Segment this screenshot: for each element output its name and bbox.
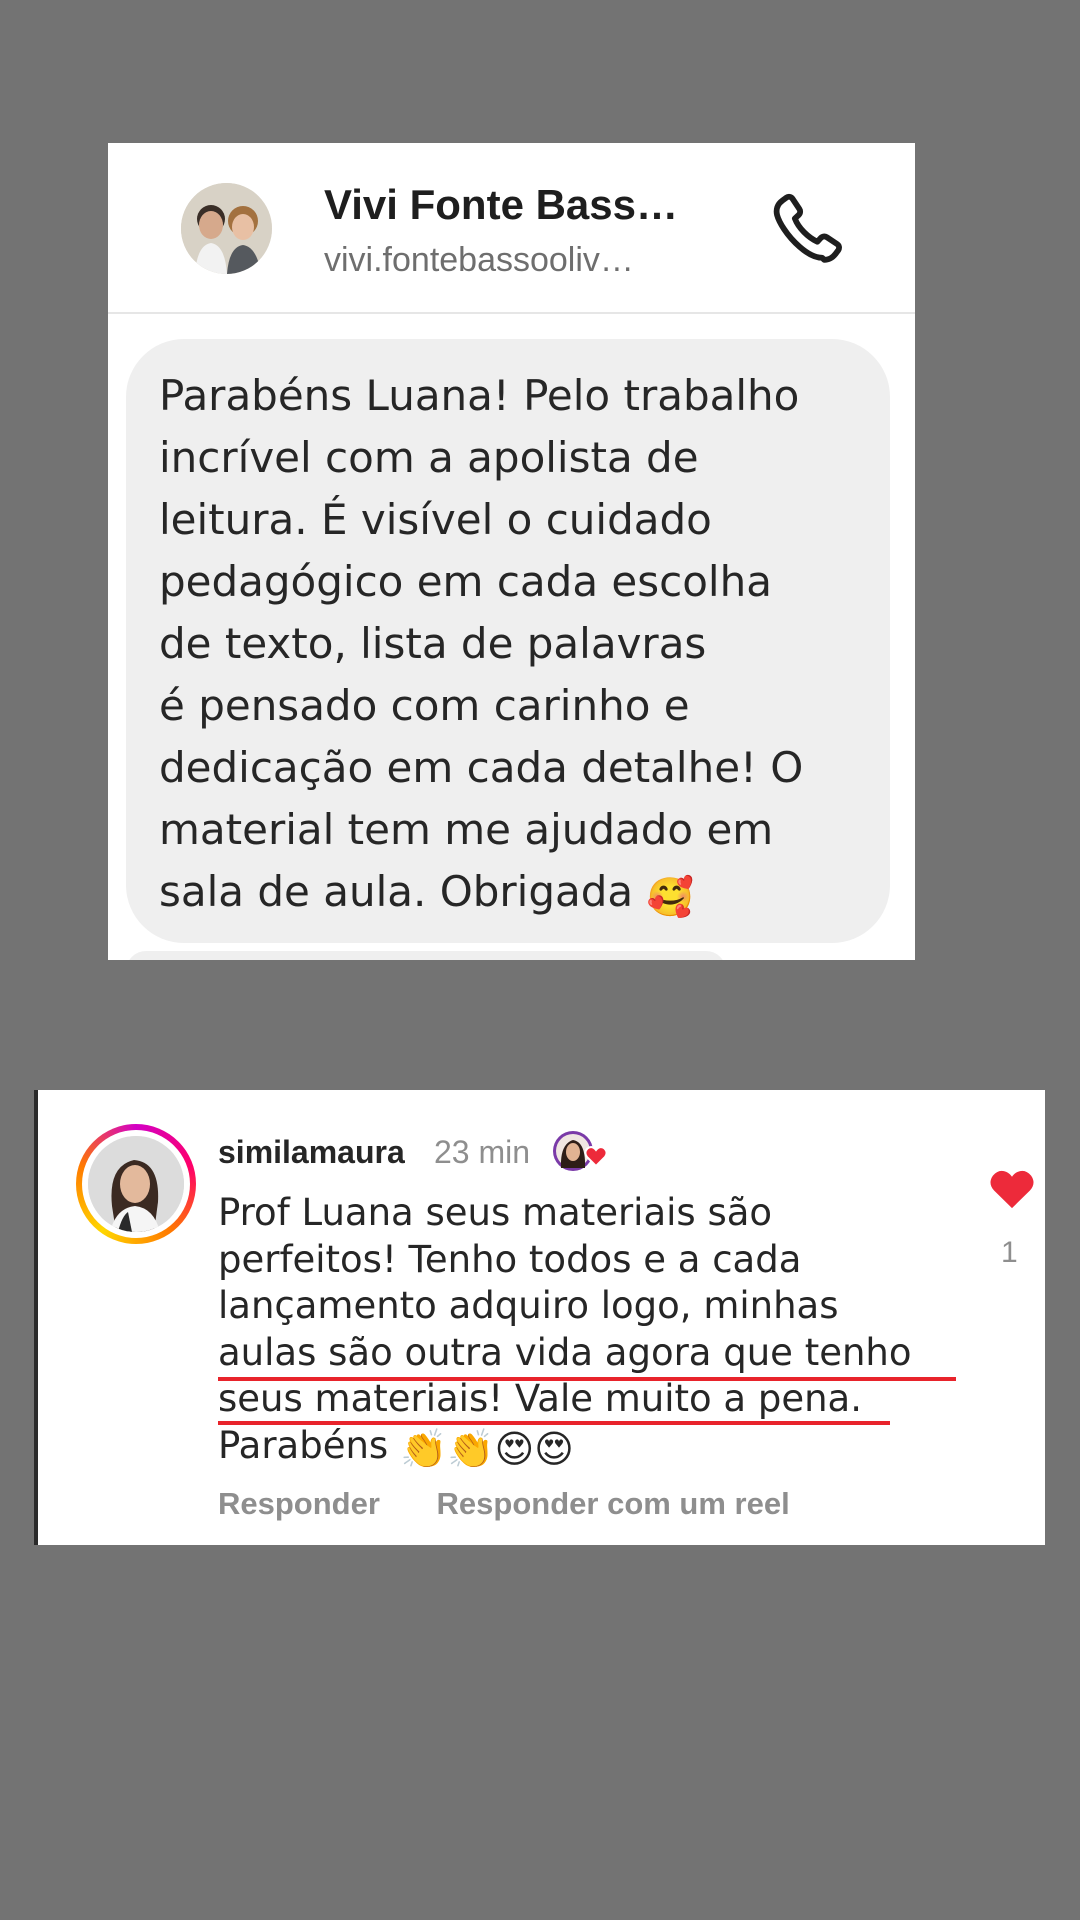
commenter-username[interactable]: similamaura xyxy=(218,1134,405,1171)
message-line: dedicação em cada detalhe! O xyxy=(159,743,804,792)
comment-line: perfeitos! Tenho todos e a cada xyxy=(218,1237,802,1281)
comment-line: lançamento adquiro logo, minhas xyxy=(218,1284,839,1327)
reply-with-reel-button[interactable]: Responder com um reel xyxy=(437,1486,790,1521)
comment-actions: Responder Responder com um reel xyxy=(218,1486,790,1526)
comment-line: Parabéns xyxy=(218,1423,389,1467)
phone-icon[interactable] xyxy=(760,185,842,267)
message-text: Parabéns Luana! Pelo trabalho incrível c… xyxy=(159,365,870,923)
message-bubble[interactable]: Parabéns Luana! Pelo trabalho incrível c… xyxy=(126,339,890,943)
avatar-gap xyxy=(82,1130,190,1238)
message-line: de texto, lista de palavras xyxy=(159,619,707,668)
highlight-underline xyxy=(218,1421,890,1425)
comment-screenshot-card: similamaura 23 min Prof Luana seus mater… xyxy=(34,1090,1045,1545)
next-message-bubble xyxy=(126,951,726,960)
contact-name[interactable]: Vivi Fonte Bass… xyxy=(324,181,678,229)
message-line: sala de aula. Obrigada xyxy=(159,867,634,916)
comment-time: 23 min xyxy=(434,1134,531,1170)
clapping-heart-eyes-emoji: 👏👏😍😍 xyxy=(399,1426,574,1471)
message-line: material tem me ajudado em xyxy=(159,805,774,854)
comment-line: aulas são outra vida agora que tenho xyxy=(218,1330,912,1374)
contact-avatar[interactable] xyxy=(181,183,272,274)
contact-handle: vivi.fontebassooliv… xyxy=(324,241,634,279)
dm-header: Vivi Fonte Bass… vivi.fontebassooliv… xyxy=(108,143,915,314)
message-last-line: sala de aula. Obrigada 🥰 xyxy=(159,861,870,923)
comment-last-line: Parabéns 👏👏😍😍 xyxy=(218,1423,912,1470)
reply-button[interactable]: Responder xyxy=(218,1486,380,1521)
message-line: pedagógico em cada escolha xyxy=(159,557,772,606)
creator-liked-badge-icon xyxy=(552,1128,618,1174)
message-line: leitura. É visível o cuidado xyxy=(159,495,712,544)
message-line: é pensado com carinho e xyxy=(159,681,690,730)
message-line: Parabéns Luana! Pelo trabalho xyxy=(159,371,800,420)
message-line: incrível com a apolista de xyxy=(159,433,699,482)
like-count: 1 xyxy=(1001,1236,1018,1269)
comment-body: Prof Luana seus materiais são perfeitos!… xyxy=(218,1190,912,1469)
commenter-avatar[interactable] xyxy=(88,1136,184,1232)
smiling-hearts-emoji: 🥰 xyxy=(646,875,694,919)
comment-line: Prof Luana seus materiais são xyxy=(218,1191,773,1234)
story-ring[interactable] xyxy=(76,1124,196,1244)
heart-icon[interactable] xyxy=(989,1168,1035,1210)
comment-line: seus materiais! Vale muito a pena. xyxy=(218,1377,862,1420)
highlight-underline xyxy=(218,1377,956,1381)
dm-screenshot-card: Vivi Fonte Bass… vivi.fontebassooliv… Pa… xyxy=(108,143,915,960)
